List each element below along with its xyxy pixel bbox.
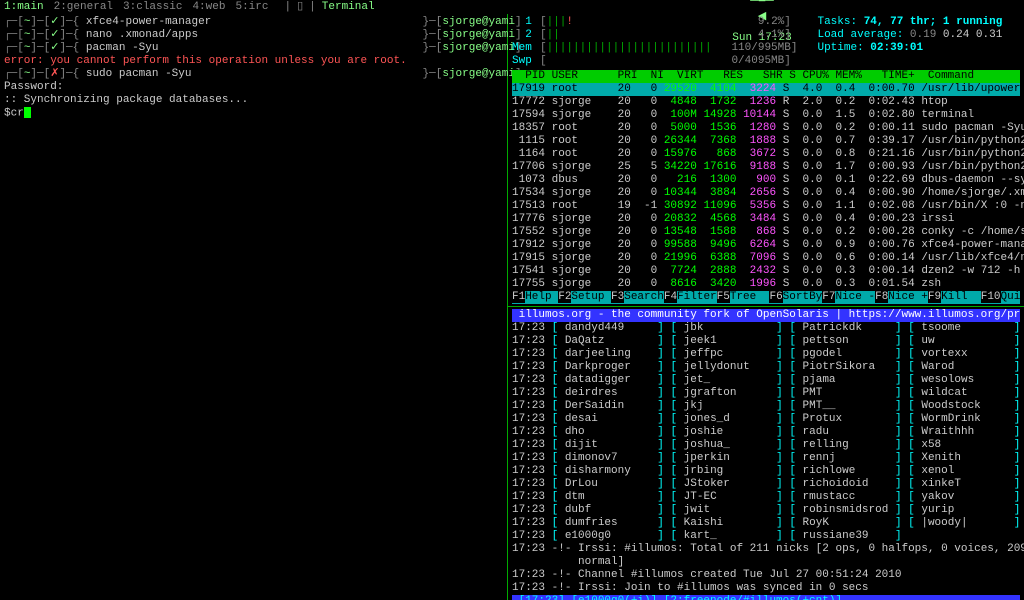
process-row[interactable]: 17594 sjorge 20 0 100M 14928 10144 S 0.0…: [512, 109, 1020, 122]
error-line: error: you cannot perform this operation…: [4, 55, 503, 68]
terminal-output: Password:: [4, 81, 503, 94]
swp-meter: Swp[ 0/4095MB]: [512, 55, 797, 68]
process-row[interactable]: 17541 sjorge 20 0 7724 2888 2432 S 0.0 0…: [512, 265, 1020, 278]
nick-row: 17:23 [ DrLou ] [ JStoker ] [ richoidoid…: [512, 478, 1020, 491]
mem-meter: Mem[||||||||||||||||||||||||| 110/995MB]: [512, 42, 797, 55]
top-bar: 1:main2:general3:classic4:web5:irc | ▯ |…: [0, 0, 1024, 14]
nick-row: 17:23 [ dubf ] [ jwit ] [ robinsmidsrod …: [512, 504, 1020, 517]
nick-row: 17:23 [ desai ] [ jones_d ] [ Protux ] […: [512, 413, 1020, 426]
process-row[interactable]: 1115 root 20 0 26344 7368 1888 S 0.0 0.7…: [512, 135, 1020, 148]
process-row[interactable]: 17919 root 20 0 29520 4104 3224 S 4.0 0.…: [512, 83, 1020, 96]
fkey-f8[interactable]: F8Nice +: [875, 291, 928, 303]
workspace-classic[interactable]: 3:classic: [123, 1, 182, 13]
terminal-pane-left[interactable]: ┌─[~]─[✓]─{ xfce4-power-manager }─[sjorg…: [0, 14, 508, 600]
workspace-irc[interactable]: 5:irc: [235, 1, 268, 13]
cpu-meter: 1 [|||! 9.2%]: [512, 16, 797, 29]
nick-row: 17:23 [ dandyd449 ] [ jbk ] [ Patrickdk …: [512, 322, 1020, 335]
fkey-f3[interactable]: F3Search: [611, 291, 664, 303]
nick-row: 17:23 [ DaQatz ] [ jeek1 ] [ pettson ] […: [512, 335, 1020, 348]
process-row[interactable]: 17534 sjorge 20 0 10344 3884 2656 S 0.0 …: [512, 187, 1020, 200]
terminal-line: ┌─[~]─[✓]─{ nano .xmonad/apps }─[sjorge@…: [4, 29, 503, 42]
window-title: Terminal: [322, 1, 375, 14]
fkey-f1[interactable]: F1Help: [512, 291, 558, 303]
cpu-meter: 2 [|| 4.1%]: [512, 29, 797, 42]
irssi-pane[interactable]: illumos.org - the community fork of Open…: [508, 307, 1024, 600]
nick-row: 17:23 [ dho ] [ joshie ] [ radu ] [ Wrai…: [512, 426, 1020, 439]
htop-pane[interactable]: 1 [|||! 9.2%] 2 [|| 4.1%]Mem[|||||||||||…: [508, 14, 1024, 307]
fkey-f10[interactable]: F10Quit: [981, 291, 1024, 303]
layout-icon: ▯: [297, 1, 303, 14]
terminal-line: ┌─[~]─[✓]─{ xfce4-power-manager }─[sjorg…: [4, 16, 503, 29]
workspace-general[interactable]: 2:general: [54, 1, 113, 13]
nick-row: 17:23 [ dimonov7 ] [ jperkin ] [ rennj ]…: [512, 452, 1020, 465]
terminal-line: ┌─[~]─[✗]─{ sudo pacman -Syu }─[sjorge@y…: [4, 68, 503, 81]
nick-row: 17:23 [ disharmony ] [ jrbing ] [ richlo…: [512, 465, 1020, 478]
fkey-f9[interactable]: F9Kill: [928, 291, 981, 303]
nick-row: 17:23 [ e1000g0 ] [ kart_ ] [ russiane39…: [512, 530, 1020, 543]
workspace-main[interactable]: 1:main: [4, 1, 44, 13]
nick-row: 17:23 [ Darkproger ] [ jellydonut ] [ Pi…: [512, 361, 1020, 374]
nick-row: 17:23 [ darjeeling ] [ jeffpc ] [ pgodel…: [512, 348, 1020, 361]
nick-row: 17:23 [ deirdres ] [ jgrafton ] [ PMT ] …: [512, 387, 1020, 400]
htop-header-row: PID USER PRI NI VIRT RES SHR S CPU% MEM%…: [512, 70, 1020, 83]
terminal-output: :: Synchronizing package databases...: [4, 94, 503, 107]
process-row[interactable]: 1164 root 20 0 15976 868 3672 S 0.0 0.8 …: [512, 148, 1020, 161]
fkey-f2[interactable]: F2Setup: [558, 291, 611, 303]
irssi-topic: illumos.org - the community fork of Open…: [512, 309, 1020, 322]
fkey-f4[interactable]: F4Filter: [664, 291, 717, 303]
htop-stat: Tasks: 74, 77 thr; 1 running: [817, 16, 1024, 29]
fkey-f7[interactable]: F7Nice -: [822, 291, 875, 303]
htop-fkey-bar[interactable]: F1Help F2Setup F3SearchF4FilterF5Tree F6…: [512, 291, 1020, 304]
irssi-status-bar: [17:23] [e1000g0(+i)] [2:freenode/#illum…: [512, 595, 1020, 600]
process-row[interactable]: 17776 sjorge 20 0 20832 4568 3484 S 0.0 …: [512, 213, 1020, 226]
nick-row: 17:23 [ DerSaidin ] [ jkj ] [ PMT__ ] [ …: [512, 400, 1020, 413]
workspace-web[interactable]: 4:web: [192, 1, 225, 13]
terminal-line: ┌─[~]─[✓]─{ pacman -Syu }─[sjorge@yami]: [4, 42, 503, 55]
process-row[interactable]: 17912 sjorge 20 0 99588 9496 6264 S 0.0 …: [512, 239, 1020, 252]
fkey-f6[interactable]: F6SortBy: [769, 291, 822, 303]
separator: |: [284, 1, 291, 14]
process-row[interactable]: 17772 sjorge 20 0 4848 1732 1236 R 2.0 0…: [512, 96, 1020, 109]
fkey-f5[interactable]: F5Tree: [717, 291, 770, 303]
process-row[interactable]: 17513 root 19 -1 30892 11096 5356 S 0.0 …: [512, 200, 1020, 213]
terminal-cursor-line[interactable]: $cr: [4, 107, 503, 120]
htop-stat: Uptime: 02:39:01: [817, 42, 1024, 55]
process-row[interactable]: 1073 dbus 20 0 216 1300 900 S 0.0 0.1 0:…: [512, 174, 1020, 187]
nick-row: 17:23 [ dtm ] [ JT-EC ] [ rmustacc ] [ y…: [512, 491, 1020, 504]
process-row[interactable]: 18357 root 20 0 5000 1536 1280 S 0.0 0.2…: [512, 122, 1020, 135]
process-row[interactable]: 17706 sjorge 25 5 34220 17616 9188 S 0.0…: [512, 161, 1020, 174]
wifi-icon: ▂▄▆: [750, 0, 774, 3]
process-row[interactable]: 17755 sjorge 20 0 8616 3420 1996 S 0.0 0…: [512, 278, 1020, 291]
nick-row: 17:23 [ dumfries ] [ Kaishi ] [ RoyK ] […: [512, 517, 1020, 530]
nick-row: 17:23 [ dijit ] [ joshua_ ] [ relling ] …: [512, 439, 1020, 452]
process-row[interactable]: 17552 sjorge 20 0 13548 1588 868 S 0.0 0…: [512, 226, 1020, 239]
nick-row: 17:23 [ datadigger ] [ jet_ ] [ pjama ] …: [512, 374, 1020, 387]
htop-stat: Load average: 0.19 0.24 0.31: [817, 29, 1024, 42]
process-row[interactable]: 17915 sjorge 20 0 21996 6388 7096 S 0.0 …: [512, 252, 1020, 265]
